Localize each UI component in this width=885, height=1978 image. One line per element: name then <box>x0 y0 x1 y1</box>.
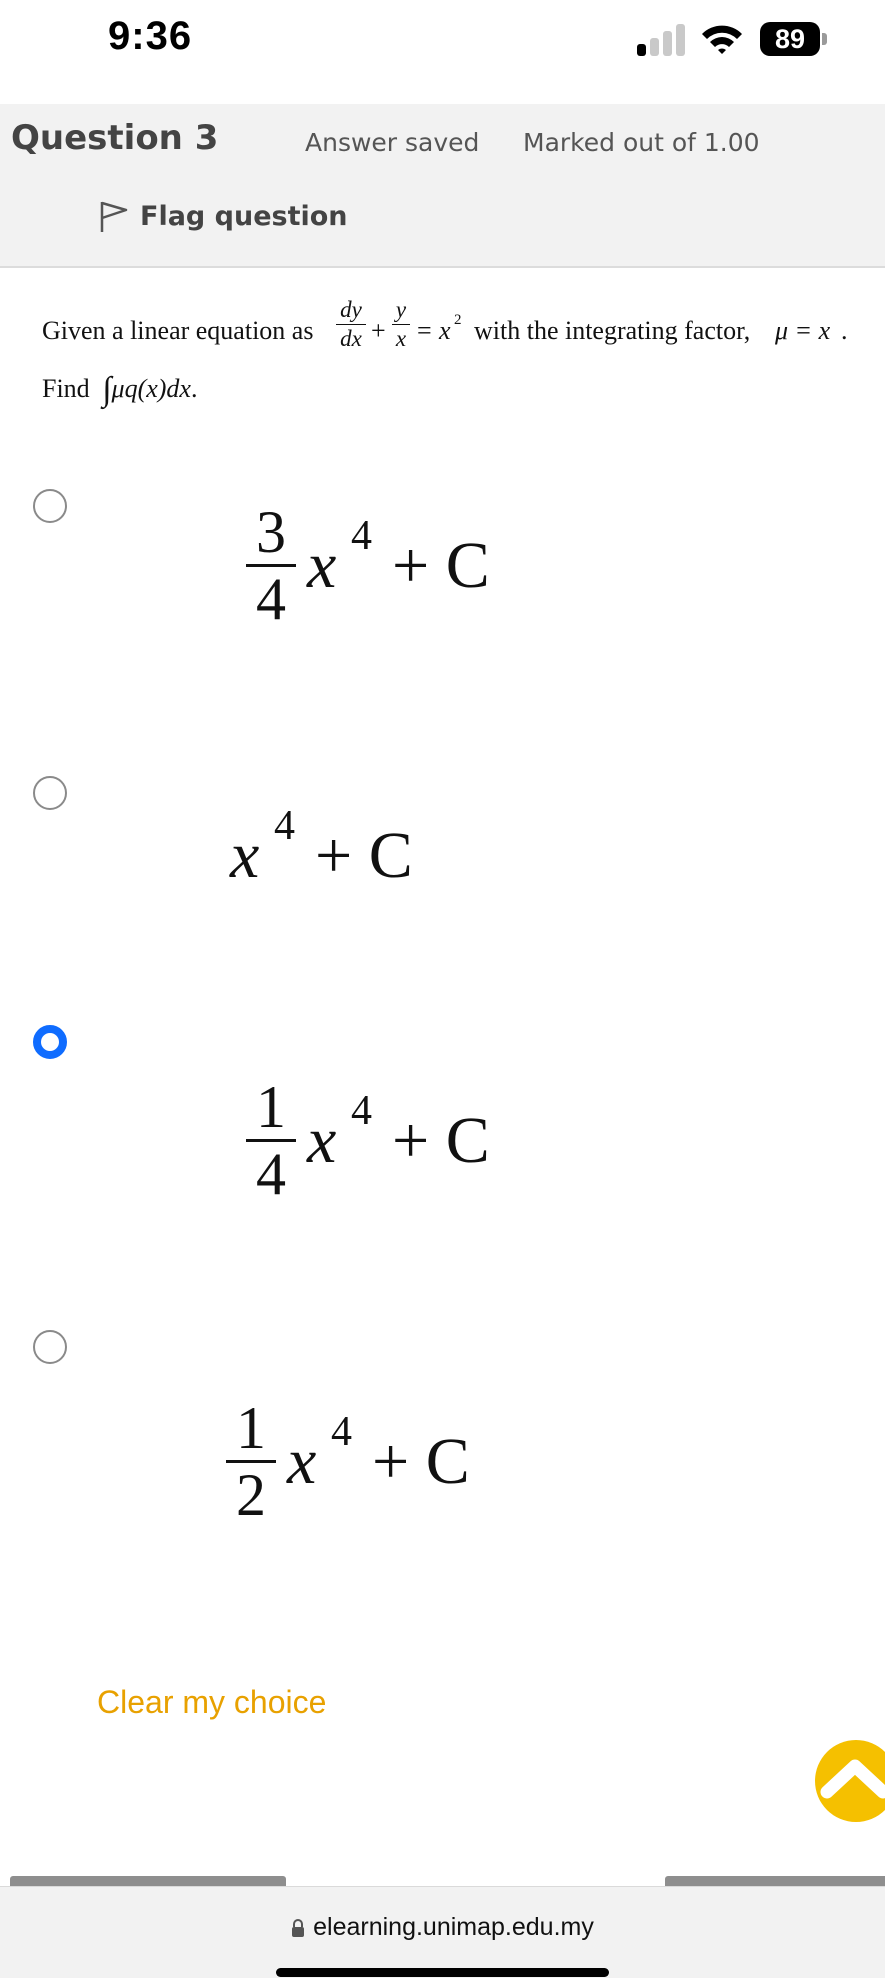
option-d-fraction: 12 <box>226 1396 276 1527</box>
chevron-up-icon <box>820 1759 885 1799</box>
option-a-fraction: 34 <box>246 500 296 631</box>
option-b-radio[interactable] <box>33 776 67 810</box>
question-find: Find <box>42 374 90 403</box>
fraction-y-x: yx <box>391 296 411 353</box>
browser-url: elearning.unimap.edu.my <box>313 1913 594 1941</box>
option-a-radio[interactable] <box>33 489 67 523</box>
fraction-dy-dx: dy dx <box>335 296 367 353</box>
clear-choice-link[interactable]: Clear my choice <box>97 1684 326 1721</box>
scroll-to-top-button[interactable] <box>815 1740 885 1822</box>
lock-icon <box>292 1919 305 1937</box>
home-indicator <box>276 1968 609 1977</box>
option-d-radio[interactable] <box>33 1330 67 1364</box>
option-c-fraction: 14 <box>246 1075 296 1206</box>
flag-question-button[interactable]: Flag question <box>98 196 348 236</box>
cellular-signal-icon <box>637 22 687 56</box>
browser-address-bar[interactable]: elearning.unimap.edu.my <box>0 1886 885 1978</box>
flag-question-label: Flag question <box>140 200 348 232</box>
question-info: Question 3 Answer saved Marked out of 1.… <box>0 104 885 268</box>
bottom-nav-left[interactable] <box>10 1876 286 1886</box>
status-time: 9:36 <box>108 14 193 58</box>
question-given: Given a linear equation as <box>42 316 314 345</box>
question-integrand: μq(x)dx <box>111 374 191 403</box>
question-grade: Marked out of 1.00 <box>523 128 760 157</box>
question-title: Question 3 <box>11 118 219 158</box>
battery-level: 89 <box>760 22 820 56</box>
battery-icon: 89 <box>760 22 828 56</box>
question-state: Answer saved <box>305 128 480 157</box>
option-c-radio[interactable] <box>33 1025 67 1059</box>
bottom-nav-right[interactable] <box>665 1876 885 1886</box>
status-bar: 9:36 89 <box>0 0 885 104</box>
flag-icon <box>100 201 128 232</box>
wifi-icon <box>702 25 742 54</box>
